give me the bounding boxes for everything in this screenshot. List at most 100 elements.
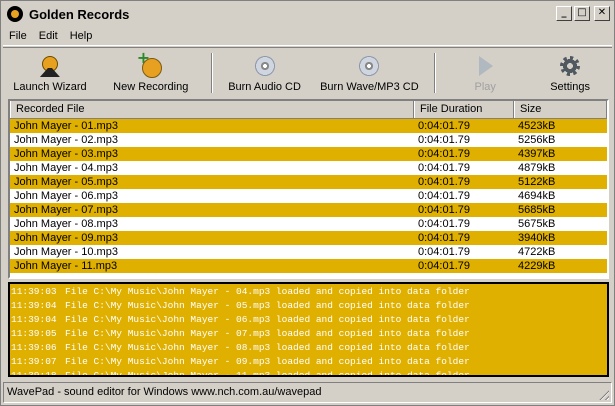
window-title: Golden Records xyxy=(29,6,130,22)
file-name: John Mayer - 04.mp3 xyxy=(14,162,118,174)
file-size: 4397kB xyxy=(518,148,556,160)
log-time: 11:39:18 xyxy=(11,370,57,377)
file-duration: 0:04:01.79 xyxy=(418,218,470,230)
table-row[interactable]: John Mayer - 08.mp3 0:04:01.79 5675kB xyxy=(10,217,607,231)
table-row[interactable]: John Mayer - 09.mp3 0:04:01.79 3940kB xyxy=(10,231,607,245)
toolbar: Launch Wizard New Recording Burn Audio C… xyxy=(3,47,612,97)
log-time: 11:39:04 xyxy=(11,300,57,311)
log-entry: 11:39:06 File C:\My Music\John Mayer - 08… xyxy=(10,341,607,355)
new-recording-button[interactable]: New Recording xyxy=(97,48,205,97)
app-window: Golden Records _ □ ✕ File Edit Help Laun… xyxy=(0,0,615,406)
list-header: Recorded File File Duration Size xyxy=(10,101,607,119)
file-duration: 0:04:01.79 xyxy=(418,134,470,146)
cd-icon xyxy=(357,54,381,78)
gear-icon xyxy=(558,54,582,78)
launch-wizard-label: Launch Wizard xyxy=(13,81,87,93)
toolbar-separator xyxy=(210,53,213,93)
recorded-files-list[interactable]: Recorded File File Duration Size John Ma… xyxy=(8,99,609,279)
log-message: File C:\My Music\John Mayer - 09.mp3 loa… xyxy=(65,356,470,367)
file-size: 5675kB xyxy=(518,218,556,230)
new-recording-icon xyxy=(137,48,163,78)
log-message: File C:\My Music\John Mayer - 08.mp3 loa… xyxy=(65,342,470,353)
close-button[interactable]: ✕ xyxy=(594,6,610,21)
title-bar[interactable]: Golden Records _ □ ✕ xyxy=(3,3,612,25)
file-name: John Mayer - 09.mp3 xyxy=(14,232,118,244)
play-label: Play xyxy=(474,81,496,93)
burn-wave-mp3-cd-button[interactable]: Burn Wave/MP3 CD xyxy=(311,49,429,97)
menu-bar: File Edit Help xyxy=(3,27,612,46)
app-logo-icon[interactable] xyxy=(7,6,23,22)
new-recording-label: New Recording xyxy=(113,81,189,93)
file-name: John Mayer - 11.mp3 xyxy=(14,260,118,272)
burn-audio-cd-label: Burn Audio CD xyxy=(228,81,301,93)
column-header-recorded-file[interactable]: Recorded File xyxy=(10,101,414,118)
file-name: John Mayer - 03.mp3 xyxy=(14,148,118,160)
table-row[interactable]: John Mayer - 05.mp3 0:04:01.79 5122kB xyxy=(10,175,607,189)
log-time: 11:39:05 xyxy=(11,328,57,339)
table-row[interactable]: John Mayer - 04.mp3 0:04:01.79 4879kB xyxy=(10,161,607,175)
file-duration: 0:04:01.79 xyxy=(418,162,470,174)
log-entry: 11:39:05 File C:\My Music\John Mayer - 07… xyxy=(10,327,607,341)
burn-wave-mp3-cd-label: Burn Wave/MP3 CD xyxy=(320,81,419,93)
file-duration: 0:04:01.79 xyxy=(418,260,470,272)
settings-button[interactable]: Settings xyxy=(528,49,612,97)
log-entry: 11:39:04 File C:\My Music\John Mayer - 06… xyxy=(10,313,607,327)
file-size: 3940kB xyxy=(518,232,556,244)
log-time: 11:39:03 xyxy=(11,286,57,297)
log-message: File C:\My Music\John Mayer - 04.mp3 loa… xyxy=(65,286,470,297)
log-time: 11:39:07 xyxy=(11,356,57,367)
log-message: File C:\My Music\John Mayer - 11.mp3 loa… xyxy=(65,370,470,377)
column-header-size[interactable]: Size xyxy=(514,101,607,118)
file-size: 4879kB xyxy=(518,162,556,174)
table-row[interactable]: John Mayer - 06.mp3 0:04:01.79 4694kB xyxy=(10,189,607,203)
play-icon xyxy=(473,54,497,78)
window-controls: _ □ ✕ xyxy=(556,6,610,21)
minimize-button[interactable]: _ xyxy=(556,6,572,21)
file-name: John Mayer - 05.mp3 xyxy=(14,176,118,188)
table-row[interactable]: John Mayer - 02.mp3 0:04:01.79 5256kB xyxy=(10,133,607,147)
activity-log[interactable]: 11:39:03 File C:\My Music\John Mayer - 04… xyxy=(8,282,609,377)
launch-wizard-button[interactable]: Launch Wizard xyxy=(3,49,97,97)
wizard-icon xyxy=(38,54,62,78)
status-text: WavePad - sound editor for Windows www.n… xyxy=(7,386,322,398)
file-size: 4229kB xyxy=(518,260,556,272)
table-row[interactable]: John Mayer - 10.mp3 0:04:01.79 4722kB xyxy=(10,245,607,259)
table-row[interactable]: John Mayer - 03.mp3 0:04:01.79 4397kB xyxy=(10,147,607,161)
file-size: 4523kB xyxy=(518,120,556,132)
file-duration: 0:04:01.79 xyxy=(418,120,470,132)
menu-edit[interactable]: Edit xyxy=(33,30,64,42)
log-message: File C:\My Music\John Mayer - 07.mp3 loa… xyxy=(65,328,470,339)
toolbar-separator xyxy=(434,53,437,93)
log-message: File C:\My Music\John Mayer - 06.mp3 loa… xyxy=(65,314,470,325)
file-duration: 0:04:01.79 xyxy=(418,232,470,244)
file-size: 4722kB xyxy=(518,246,556,258)
table-row[interactable]: John Mayer - 07.mp3 0:04:01.79 5685kB xyxy=(10,203,607,217)
list-body: John Mayer - 01.mp3 0:04:01.79 4523kB John… xyxy=(10,119,607,273)
file-duration: 0:04:01.79 xyxy=(418,246,470,258)
file-size: 5122kB xyxy=(518,176,556,188)
log-entry: 11:39:07 File C:\My Music\John Mayer - 09… xyxy=(10,355,607,369)
log-entry: 11:39:18 File C:\My Music\John Mayer - 11… xyxy=(10,369,607,377)
file-name: John Mayer - 01.mp3 xyxy=(14,120,118,132)
file-duration: 0:04:01.79 xyxy=(418,204,470,216)
resize-grip[interactable] xyxy=(597,388,609,400)
log-time: 11:39:04 xyxy=(11,314,57,325)
burn-audio-cd-button[interactable]: Burn Audio CD xyxy=(219,49,311,97)
status-bar: WavePad - sound editor for Windows www.n… xyxy=(3,382,612,403)
menu-file[interactable]: File xyxy=(3,30,33,42)
file-duration: 0:04:01.79 xyxy=(418,176,470,188)
file-duration: 0:04:01.79 xyxy=(418,190,470,202)
file-name: John Mayer - 06.mp3 xyxy=(14,190,118,202)
file-duration: 0:04:01.79 xyxy=(418,148,470,160)
table-row[interactable]: John Mayer - 01.mp3 0:04:01.79 4523kB xyxy=(10,119,607,133)
maximize-button[interactable]: □ xyxy=(574,6,590,21)
file-name: John Mayer - 10.mp3 xyxy=(14,246,118,258)
log-entry: 11:39:03 File C:\My Music\John Mayer - 04… xyxy=(10,285,607,299)
table-row[interactable]: John Mayer - 11.mp3 0:04:01.79 4229kB xyxy=(10,259,607,273)
file-size: 4694kB xyxy=(518,190,556,202)
log-entry: 11:39:04 File C:\My Music\John Mayer - 05… xyxy=(10,299,607,313)
column-header-file-duration[interactable]: File Duration xyxy=(414,101,514,118)
log-time: 11:39:06 xyxy=(11,342,57,353)
play-button[interactable]: Play xyxy=(442,49,528,97)
menu-help[interactable]: Help xyxy=(64,30,99,42)
